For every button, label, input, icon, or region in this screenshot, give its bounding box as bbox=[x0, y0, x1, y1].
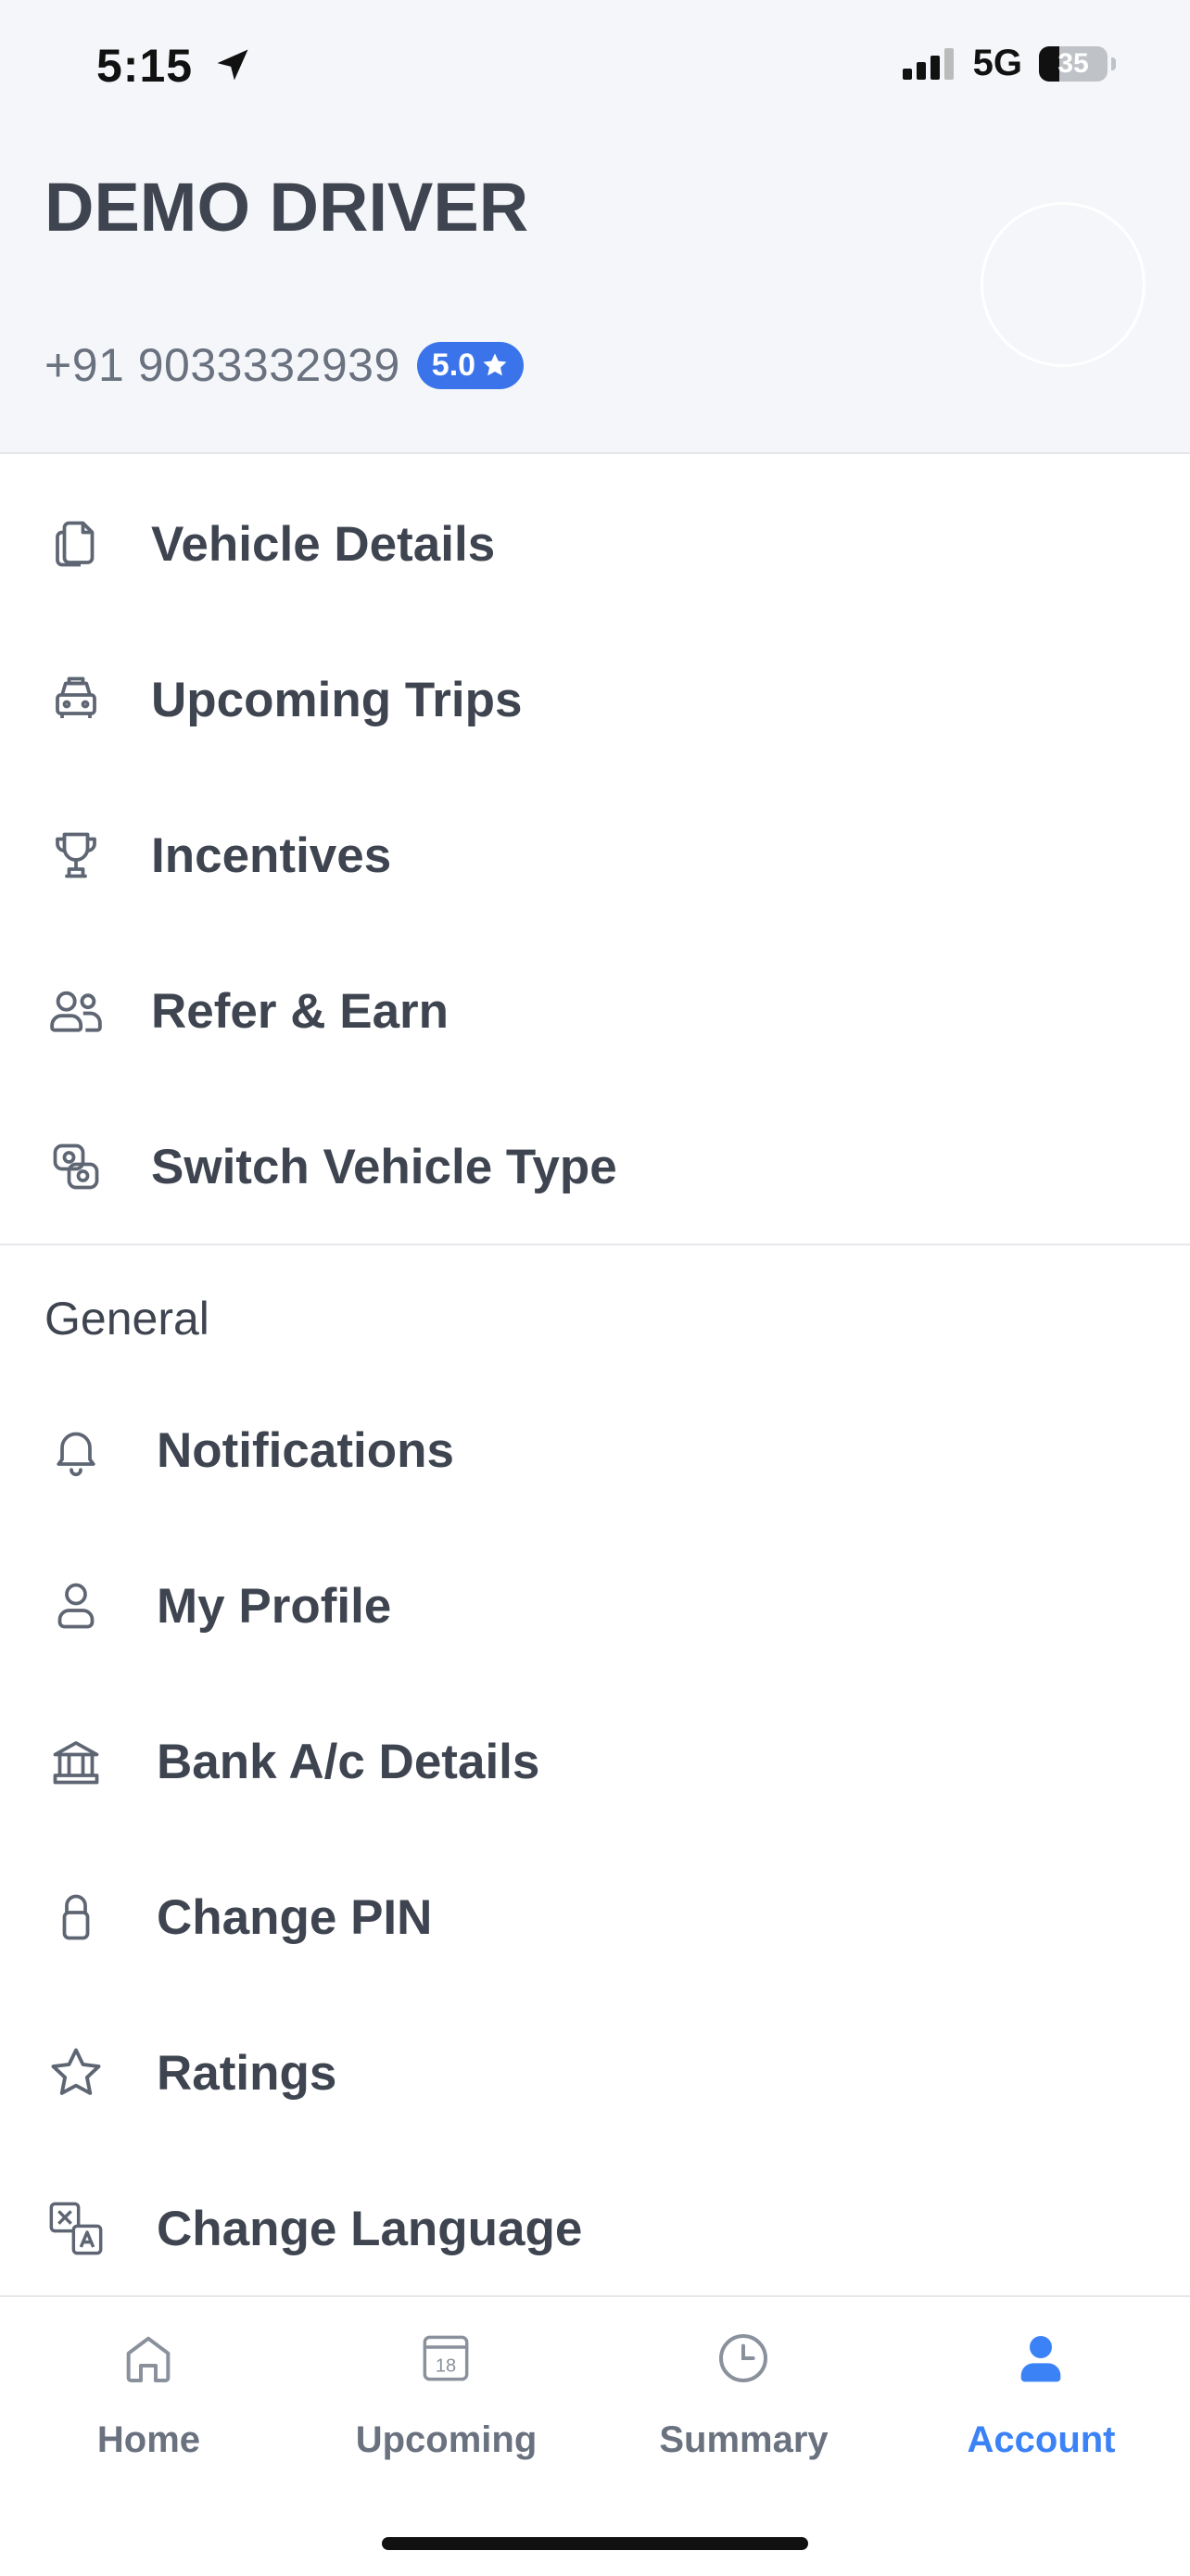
users-icon bbox=[46, 981, 106, 1041]
avatar[interactable] bbox=[981, 202, 1146, 367]
menu-label: Vehicle Details bbox=[151, 516, 496, 572]
calendar-icon: 18 bbox=[416, 2329, 475, 2388]
driver-phone: +91 9033332939 bbox=[44, 339, 400, 391]
menu-item-ratings[interactable]: Ratings bbox=[0, 2008, 1190, 2138]
switch-icon bbox=[46, 1137, 106, 1196]
menu-item-my-profile[interactable]: My Profile bbox=[0, 1541, 1190, 1671]
menu-label: Bank A/c Details bbox=[157, 1734, 540, 1789]
driver-name: DEMO DRIVER bbox=[44, 169, 529, 246]
nav-label: Upcoming bbox=[355, 2419, 538, 2460]
nav-upcoming[interactable]: 18 Upcoming bbox=[298, 2297, 595, 2482]
menu-label: Change Language bbox=[157, 2201, 583, 2256]
star-badge-icon bbox=[483, 353, 507, 376]
bank-icon bbox=[46, 1732, 106, 1791]
section-title-general: General bbox=[44, 1293, 209, 1345]
battery-icon: 35 bbox=[1039, 45, 1108, 82]
status-time: 5:15 bbox=[96, 39, 253, 93]
menu-item-bank-details[interactable]: Bank A/c Details bbox=[0, 1697, 1190, 1826]
nav-account[interactable]: Account bbox=[892, 2297, 1190, 2482]
menu-label: Ratings bbox=[157, 2045, 337, 2101]
menu-item-change-pin[interactable]: Change PIN bbox=[0, 1852, 1190, 1982]
phone-row: +91 9033332939 5.0 bbox=[44, 338, 525, 392]
menu-item-change-language[interactable]: Change Language bbox=[0, 2164, 1190, 2293]
network-type: 5G bbox=[972, 43, 1022, 83]
menu-label: Incentives bbox=[151, 827, 392, 883]
section-divider bbox=[0, 1244, 1190, 1245]
status-time-text: 5:15 bbox=[96, 40, 194, 92]
menu-label: My Profile bbox=[157, 1578, 392, 1634]
car-icon bbox=[46, 670, 106, 729]
status-bar: 5:15 5G 35 bbox=[0, 0, 1190, 139]
nav-home[interactable]: Home bbox=[0, 2297, 298, 2482]
bottom-nav: Home 18 Upcoming Summary Account bbox=[0, 2295, 1190, 2576]
home-indicator[interactable] bbox=[382, 2537, 808, 2550]
menu-label: Notifications bbox=[157, 1422, 454, 1478]
clock-icon bbox=[714, 2329, 773, 2388]
trophy-icon bbox=[46, 826, 106, 885]
menu-item-notifications[interactable]: Notifications bbox=[0, 1385, 1190, 1515]
profile-header: DEMO DRIVER +91 9033332939 5.0 bbox=[0, 139, 1190, 454]
status-indicators: 5G 35 bbox=[902, 43, 1116, 84]
home-icon bbox=[119, 2329, 178, 2388]
menu-item-refer-earn[interactable]: Refer & Earn bbox=[0, 946, 1190, 1076]
menu-label: Switch Vehicle Type bbox=[151, 1139, 617, 1194]
star-icon bbox=[46, 2043, 106, 2102]
menu-label: Upcoming Trips bbox=[151, 672, 523, 727]
rating-badge: 5.0 bbox=[416, 341, 525, 389]
translate-icon bbox=[46, 2199, 106, 2258]
menu-label: Refer & Earn bbox=[151, 983, 449, 1039]
menu-item-vehicle-details[interactable]: Vehicle Details bbox=[0, 479, 1190, 609]
menu-item-upcoming-trips[interactable]: Upcoming Trips bbox=[0, 635, 1190, 764]
account-icon bbox=[1011, 2329, 1070, 2388]
bell-icon bbox=[46, 1421, 106, 1480]
menu-label: Change PIN bbox=[157, 1889, 433, 1945]
nav-label: Summary bbox=[659, 2419, 829, 2460]
user-icon bbox=[46, 1576, 106, 1635]
nav-label: Account bbox=[967, 2419, 1116, 2460]
menu-item-incentives[interactable]: Incentives bbox=[0, 790, 1190, 920]
battery-tip bbox=[1111, 57, 1116, 70]
location-arrow-icon bbox=[217, 49, 248, 81]
calendar-day: 18 bbox=[436, 2356, 456, 2377]
document-icon bbox=[46, 514, 106, 574]
rating-value: 5.0 bbox=[431, 347, 476, 383]
nav-label: Home bbox=[96, 2419, 201, 2460]
signal-icon bbox=[902, 47, 954, 80]
nav-summary[interactable]: Summary bbox=[595, 2297, 892, 2482]
menu-item-switch-vehicle-type[interactable]: Switch Vehicle Type bbox=[0, 1102, 1190, 1231]
lock-icon bbox=[46, 1888, 106, 1947]
battery-level: 35 bbox=[1057, 47, 1089, 79]
